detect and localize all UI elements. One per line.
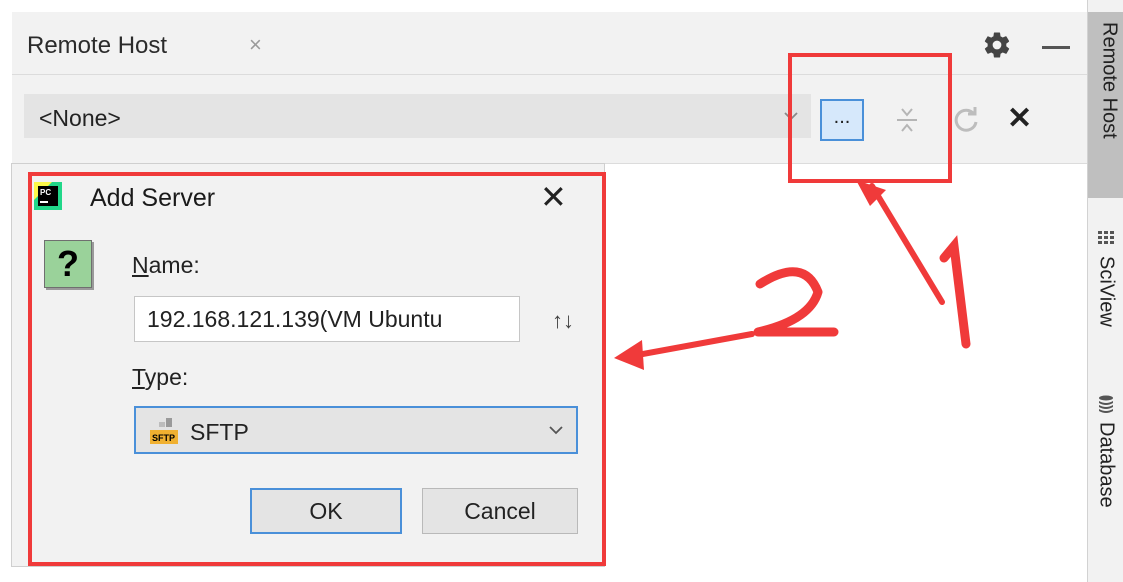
disconnect-icon[interactable]: ✕ (1007, 101, 1032, 136)
sort-swap-icon[interactable]: ↑↓ (552, 308, 574, 334)
minimize-icon[interactable] (1042, 46, 1070, 49)
dialog-title: Add Server (90, 184, 216, 212)
side-tab-label: SciView (1095, 256, 1118, 327)
type-label: Type: (132, 364, 188, 391)
svg-text:PC: PC (40, 188, 51, 197)
chevron-down-icon (549, 426, 563, 435)
server-name-input[interactable] (134, 296, 520, 342)
svg-text:SFTP: SFTP (152, 433, 175, 443)
host-select[interactable]: <None> (24, 94, 811, 138)
sftp-icon: SFTP (150, 418, 178, 444)
sciview-icon (1098, 231, 1114, 244)
browse-servers-button[interactable]: ... (820, 99, 864, 141)
right-tool-strip: Remote Host SciView Database (1087, 0, 1123, 582)
tab-close-icon[interactable]: × (249, 32, 262, 58)
refresh-icon[interactable] (950, 103, 982, 137)
side-tab-remote-host[interactable]: Remote Host (1088, 12, 1123, 198)
tool-window-title: Remote Host (27, 32, 168, 59)
cancel-button[interactable]: Cancel (422, 488, 578, 534)
side-tab-label: Remote Host (1098, 22, 1121, 139)
side-tab-label: Database (1095, 422, 1118, 508)
remote-host-toolbar: <None> ... ✕ (12, 75, 1087, 164)
name-label-mnemonic: N (132, 252, 149, 278)
ok-button[interactable]: OK (250, 488, 402, 534)
side-tab-database[interactable]: Database (1088, 388, 1123, 538)
database-icon (1099, 395, 1113, 413)
question-icon: ? (44, 240, 92, 288)
side-tab-sciview[interactable]: SciView (1088, 222, 1123, 362)
type-label-text: ype: (144, 364, 189, 390)
add-server-dialog: PC Add Server ✕ ? Name: ↑↓ Type: SFTP SF… (12, 164, 604, 566)
name-label: Name: (132, 252, 200, 279)
chevron-down-icon (784, 112, 798, 121)
gear-icon[interactable] (982, 30, 1012, 60)
tool-window-header: Remote Host × (12, 12, 1087, 75)
pycharm-logo-icon: PC (34, 182, 62, 210)
dialog-close-icon[interactable]: ✕ (540, 178, 567, 216)
server-type-value: SFTP (190, 419, 249, 445)
host-select-value: <None> (39, 105, 121, 131)
server-type-select[interactable]: SFTP SFTP (134, 406, 578, 454)
type-label-mnemonic: T (132, 364, 145, 390)
name-label-text: ame: (148, 252, 200, 278)
collapse-all-icon[interactable] (894, 105, 920, 135)
